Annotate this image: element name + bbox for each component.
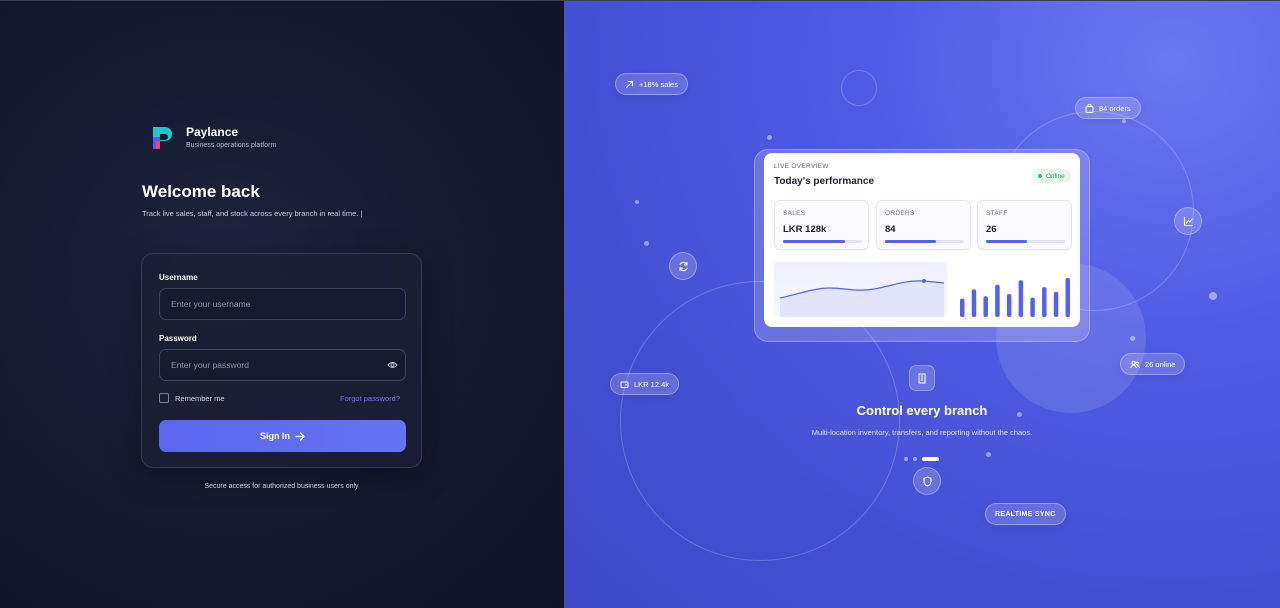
stat-value: LKR 128k [783, 224, 827, 235]
online-pill-label: 26 online [1145, 359, 1176, 369]
decor-dot [1209, 292, 1217, 300]
overview-title: Today's performance [774, 176, 874, 187]
stat-card-staff: STAFF 26 [977, 200, 1072, 250]
realtime-sync-label: REALTIME SYNC [995, 510, 1056, 518]
hero-panel: +18% sales 84 orders LKR 12.4k 26 online… [564, 0, 1280, 608]
status-label: Online [1046, 172, 1065, 180]
stat-card-orders: ORDERS 84 [876, 200, 971, 250]
stat-progress-track [885, 240, 964, 243]
mini-bar [983, 296, 988, 317]
carousel-indicators [904, 457, 944, 461]
stat-progress-bar [986, 240, 1028, 243]
carousel-dot[interactable] [913, 457, 917, 461]
status-badge: Online [1032, 169, 1071, 183]
secure-note: Secure access for authorized business us… [204, 483, 359, 490]
overview-card: LIVE OVERVIEW Today's performance Online… [764, 153, 1080, 327]
shield-icon [922, 475, 932, 487]
mini-bar [960, 298, 965, 317]
stat-card-sales: SALES LKR 128k [774, 200, 869, 250]
trend-up-icon [625, 80, 634, 88]
remember-checkbox[interactable] [159, 393, 169, 403]
overview-frame: LIVE OVERVIEW Today's performance Online… [754, 149, 1090, 342]
stat-label: SALES [783, 210, 806, 217]
sales-line-svg [779, 279, 945, 317]
sign-in-button[interactable]: Sign In [159, 420, 406, 452]
decor-dot [986, 452, 991, 457]
refresh-icon [678, 261, 688, 271]
brand-tagline: Business operations platform [186, 142, 277, 149]
wallet-pill-label: LKR 12.4k [634, 379, 670, 389]
brand: Paylance Business operations platform [150, 125, 276, 151]
stat-progress-track [783, 240, 862, 243]
mini-bar [1006, 294, 1012, 317]
orders-pill: 84 orders [1075, 97, 1141, 119]
mini-bar [1053, 291, 1059, 317]
decor-ring-small [841, 70, 877, 106]
analytics-button[interactable] [1174, 207, 1202, 235]
stat-progress-track [986, 240, 1065, 243]
security-button[interactable] [913, 467, 941, 495]
stat-value: 26 [986, 224, 997, 235]
stat-value: 84 [885, 224, 896, 235]
login-panel: Paylance Business operations platform We… [0, 0, 564, 608]
decor-dot [1130, 336, 1135, 341]
carousel-dot[interactable] [904, 457, 908, 461]
stat-label: ORDERS [885, 210, 915, 217]
mini-bar [1030, 297, 1035, 317]
sales-pill: +18% sales [615, 73, 688, 95]
orders-pill-label: 84 orders [1099, 103, 1131, 113]
eye-icon[interactable] [387, 361, 398, 369]
login-form: Username Password Remember me Forgot pas… [141, 253, 422, 468]
username-label: Username [159, 273, 198, 282]
sales-pill-label: +18% sales [639, 79, 678, 89]
bag-icon [1085, 103, 1094, 113]
mini-bar [1018, 280, 1024, 317]
decor-dot [644, 241, 649, 246]
sales-line-chart [774, 262, 947, 317]
wallet-pill: LKR 12.4k [610, 373, 680, 395]
password-input[interactable] [159, 349, 406, 381]
mini-bar [1065, 277, 1070, 317]
wallet-icon [620, 381, 629, 388]
page-title: Welcome back [142, 182, 260, 201]
mini-bar-chart [960, 277, 1070, 317]
brand-name: Paylance [186, 125, 239, 139]
forgot-password-link[interactable]: Forgot password? [340, 394, 400, 403]
mini-bar [971, 289, 977, 317]
stat-progress-bar [885, 240, 936, 243]
status-dot-icon [1038, 174, 1042, 178]
decor-dot [1122, 119, 1126, 123]
overview-kicker: LIVE OVERVIEW [774, 163, 829, 170]
stat-progress-bar [783, 240, 845, 243]
stat-label: STAFF [986, 210, 1008, 217]
sign-in-label: Sign In [260, 431, 290, 441]
chart-icon [1183, 216, 1193, 226]
hero-title: Control every branch [856, 403, 988, 418]
branch-button[interactable] [909, 365, 935, 391]
decor-dot [635, 200, 639, 204]
users-icon [1130, 360, 1140, 368]
realtime-sync-pill: REALTIME SYNC [985, 503, 1066, 525]
refresh-button[interactable] [669, 252, 697, 280]
username-input[interactable] [159, 288, 406, 320]
carousel-dot-active[interactable] [922, 457, 939, 461]
remember-label: Remember me [175, 393, 225, 403]
paylance-logo-icon [153, 127, 172, 149]
page-subtitle: Track live sales, staff, and stock acros… [142, 209, 363, 218]
decor-dot [767, 135, 772, 140]
mini-bar [1042, 287, 1047, 317]
remember-me[interactable]: Remember me [159, 393, 225, 403]
sales-line-marker [922, 279, 926, 283]
hero-subtitle: Multi-location inventory, transfers, and… [811, 428, 1033, 437]
online-pill: 26 online [1120, 353, 1186, 375]
arrow-right-icon [295, 431, 305, 441]
mini-bar [995, 284, 1000, 317]
password-label: Password [159, 334, 197, 343]
building-icon [918, 373, 926, 383]
